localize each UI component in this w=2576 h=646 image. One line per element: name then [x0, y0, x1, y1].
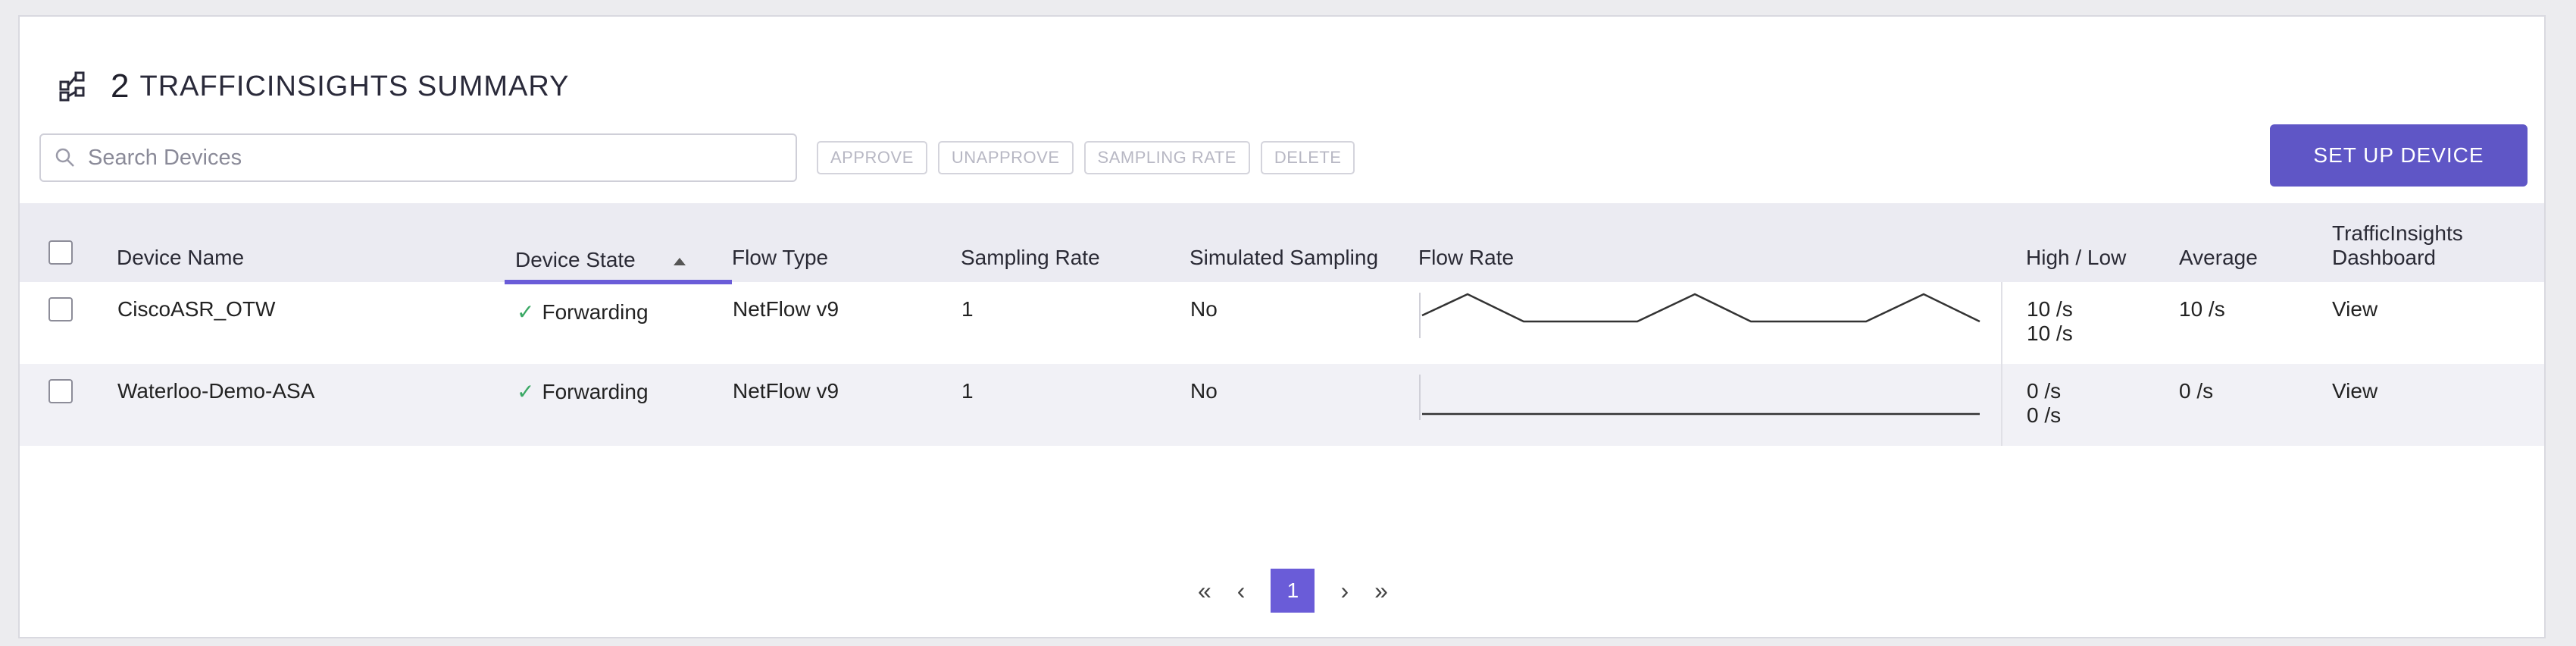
column-dashboard: TrafficInsights Dashboard [2332, 221, 2463, 269]
header-select-cell [20, 203, 117, 282]
set-up-device-button[interactable]: SET UP DEVICE [2270, 124, 2528, 187]
flow-type: NetFlow v9 [733, 379, 839, 403]
flow-rate-sparkline [1418, 282, 2002, 364]
average: 10 /s [2179, 297, 2225, 321]
column-device-name[interactable]: Device Name [117, 203, 505, 282]
next-page-icon[interactable]: › [1340, 577, 1349, 605]
dashboard-view-link[interactable]: View [2308, 364, 2544, 446]
device-name[interactable]: Waterloo-Demo-ASA [117, 364, 505, 446]
search-box[interactable] [39, 133, 797, 182]
table-row: Waterloo-Demo-ASA ✓ Forwarding NetFlow v9… [20, 364, 2544, 446]
table-row: CiscoASR_OTW ✓ Forwarding NetFlow v9 1 No… [20, 282, 2544, 364]
devices-table: Device Name Device State Flow Type Sampl… [20, 203, 2544, 446]
sampling-rate: 1 [961, 379, 974, 403]
current-page[interactable]: 1 [1271, 569, 1315, 613]
flow-rate-sparkline [1418, 364, 2002, 446]
page-header: 2 TRAFFICINSIGHTS SUMMARY [58, 65, 569, 108]
summary-card: 2 TRAFFICINSIGHTS SUMMARY APPROVE UNAPPR… [18, 15, 2546, 638]
table-header-row: Device Name Device State Flow Type Sampl… [20, 203, 2544, 284]
unapprove-button[interactable]: UNAPPROVE [937, 141, 1074, 174]
check-icon: ✓ [517, 380, 535, 403]
device-name[interactable]: CiscoASR_OTW [117, 282, 505, 364]
column-high-low[interactable]: High / Low [2002, 203, 2155, 282]
search-icon [55, 148, 74, 167]
simulated-sampling: No [1190, 379, 1218, 403]
prev-page-icon[interactable]: ‹ [1237, 577, 1246, 605]
column-flow-rate: Flow Rate [1418, 246, 1515, 269]
page-title: TRAFFICINSIGHTS SUMMARY [139, 70, 570, 102]
select-all-checkbox[interactable] [48, 240, 73, 265]
flow-type: NetFlow v9 [733, 297, 839, 321]
row-checkbox[interactable] [48, 297, 73, 321]
delete-button[interactable]: DELETE [1260, 141, 1355, 174]
sampling-rate-button[interactable]: SAMPLING RATE [1083, 141, 1250, 174]
sitemap-icon [59, 71, 85, 102]
average: 0 /s [2179, 379, 2214, 403]
sort-asc-icon [673, 257, 686, 265]
device-count: 2 [111, 67, 130, 105]
column-device-state[interactable]: Device State [505, 203, 732, 284]
pagination: « ‹ 1 › » [1198, 569, 1388, 613]
device-state: ✓ Forwarding [517, 300, 649, 324]
device-state: ✓ Forwarding [517, 380, 649, 403]
bulk-actions: APPROVE UNAPPROVE SAMPLING RATE DELETE [817, 141, 1355, 174]
dashboard-view-link[interactable]: View [2308, 282, 2544, 364]
column-sampling-rate[interactable]: Sampling Rate [961, 203, 1190, 282]
search-input[interactable] [86, 144, 796, 171]
last-page-icon[interactable]: » [1374, 577, 1388, 605]
column-flow-type[interactable]: Flow Type [732, 203, 961, 282]
high-low: 10 /s 10 /s [2027, 297, 2073, 345]
approve-button[interactable]: APPROVE [817, 141, 927, 174]
check-icon: ✓ [517, 300, 535, 324]
sampling-rate: 1 [961, 297, 974, 321]
first-page-icon[interactable]: « [1198, 577, 1211, 605]
high-low: 0 /s 0 /s [2027, 379, 2062, 427]
column-simulated-sampling[interactable]: Simulated Sampling [1190, 203, 1418, 282]
simulated-sampling: No [1190, 297, 1218, 321]
column-average[interactable]: Average [2155, 203, 2308, 282]
row-checkbox[interactable] [48, 379, 73, 403]
